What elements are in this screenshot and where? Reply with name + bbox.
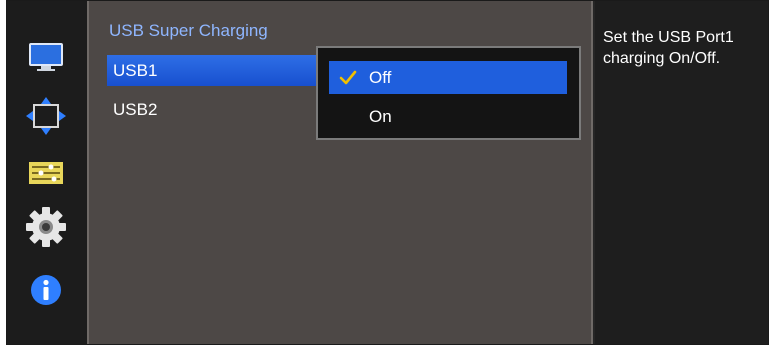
- info-icon: [31, 275, 61, 305]
- sidebar-item-system[interactable]: [23, 207, 69, 247]
- menu-item-usb2[interactable]: USB2: [107, 94, 317, 125]
- checkmark-icon: [339, 70, 357, 85]
- option-off[interactable]: Off: [329, 61, 567, 94]
- menu-item-label: USB1: [113, 61, 158, 80]
- option-on[interactable]: On: [329, 100, 567, 133]
- option-label: Off: [369, 68, 392, 87]
- sidebar-icon-rail: [7, 1, 87, 344]
- help-text: Set the USB Port1 charging On/Off.: [603, 29, 734, 67]
- option-label: On: [369, 107, 392, 126]
- sliders-icon: [29, 162, 63, 184]
- menu-item-label: USB2: [113, 100, 158, 119]
- sidebar-item-screen[interactable]: [23, 96, 69, 136]
- gear-icon: [26, 207, 66, 247]
- resize-arrows-icon: [26, 97, 66, 135]
- menu-title: USB Super Charging: [109, 21, 268, 40]
- help-panel: Set the USB Port1 charging On/Off.: [595, 1, 768, 344]
- sidebar-item-picture[interactable]: [23, 37, 69, 77]
- monitor-icon: [29, 43, 63, 71]
- option-dropdown: Off On: [316, 46, 581, 140]
- sidebar-item-onscreen-display[interactable]: [23, 153, 69, 193]
- sidebar-item-information[interactable]: [23, 270, 69, 310]
- menu-item-usb1[interactable]: USB1: [107, 55, 317, 86]
